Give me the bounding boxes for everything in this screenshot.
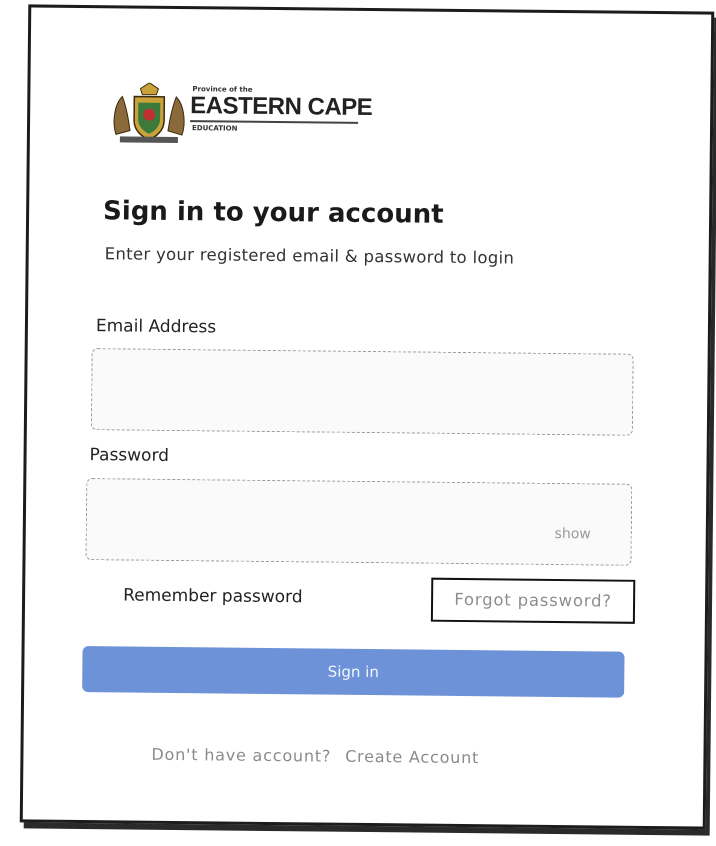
password-label: Password [89,445,170,466]
password-field[interactable]: show [85,478,633,566]
email-label: Email Address [95,316,217,338]
logo-name: EASTERN CAPE [190,92,373,122]
page-title: Sign in to your account [102,196,444,230]
show-password-toggle[interactable]: show [555,526,591,542]
coat-of-arms-icon [113,82,185,144]
footer: Don't have account? Create Account [151,745,479,767]
logo-underline [190,120,359,124]
page-subtitle: Enter your registered email & password t… [104,244,515,268]
login-card: Province of the EASTERN CAPE EDUCATION S… [19,4,715,830]
no-account-text: Don't have account? [151,744,332,766]
forgot-password-link[interactable]: Forgot password? [430,577,636,624]
eastern-cape-education-logo: Province of the EASTERN CAPE EDUCATION [110,78,372,161]
email-field[interactable] [90,348,634,436]
remember-password-label[interactable]: Remember password [123,585,303,607]
department-text: EDUCATION [191,124,238,133]
create-account-link[interactable]: Create Account [345,747,479,767]
sign-in-button[interactable]: Sign in [82,646,625,698]
